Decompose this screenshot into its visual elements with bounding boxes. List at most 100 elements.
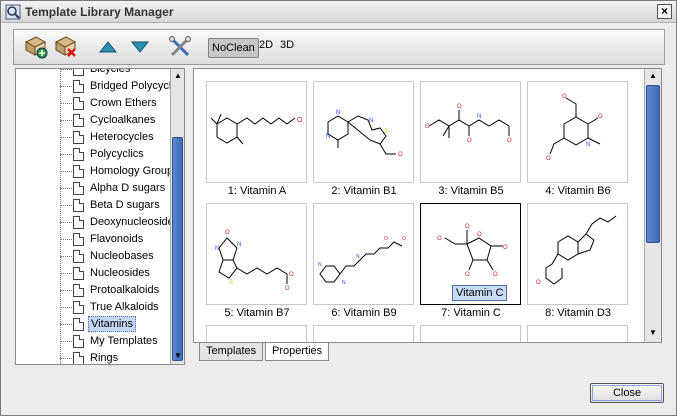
tree-item[interactable]: Polycyclics — [16, 146, 171, 163]
svg-text:N: N — [477, 114, 481, 120]
svg-text:N: N — [586, 142, 590, 148]
template-thumbnail[interactable] — [313, 325, 414, 342]
title-bar: Template Library Manager × — [1, 1, 676, 23]
template-caption: 3: Vitamin B5 — [438, 185, 504, 197]
document-icon — [73, 165, 84, 178]
template-thumbnail[interactable]: O — [206, 81, 307, 183]
tree-scroll-up-icon[interactable]: ▲ — [173, 71, 183, 81]
template-thumbnail[interactable] — [527, 325, 628, 342]
tree-connector — [60, 120, 72, 121]
svg-text:O: O — [503, 245, 508, 251]
tree-connector — [60, 324, 72, 325]
svg-text:O: O — [546, 156, 551, 162]
svg-text:O: O — [598, 114, 603, 120]
tree-item-label: Polycyclics — [90, 148, 144, 160]
tree-connector — [60, 256, 72, 257]
tree-item[interactable]: My Templates — [16, 333, 171, 350]
document-icon — [73, 267, 84, 280]
vitamin-b5-structure-icon: O O O N O — [425, 104, 512, 144]
tree-item[interactable]: Bicycles — [16, 69, 171, 78]
vitamin-d3-structure-icon: O — [536, 215, 617, 286]
template-thumbnail[interactable]: N N N S O — [313, 81, 414, 183]
template-library-window: Template Library Manager × NoClean 2D 3D… — [0, 0, 677, 416]
svg-text:O: O — [285, 286, 290, 292]
tab-templates[interactable]: Templates — [199, 343, 264, 361]
move-down-button[interactable] — [126, 33, 154, 61]
tree-item[interactable]: Bridged Polycyclics — [16, 78, 184, 95]
document-icon — [73, 97, 84, 110]
close-button[interactable]: Close — [590, 383, 664, 403]
template-thumbnail[interactable]: O — [527, 203, 628, 305]
document-icon — [73, 318, 84, 331]
tree-connector — [60, 290, 72, 291]
tree-connector — [60, 239, 72, 240]
gallery-scrollbar[interactable]: ▲ ▼ — [644, 69, 661, 342]
gallery-scroll-down-icon[interactable]: ▼ — [648, 328, 658, 338]
svg-text:O: O — [289, 272, 294, 278]
svg-text:O: O — [536, 280, 541, 286]
move-up-icon — [98, 41, 118, 53]
document-icon — [73, 250, 84, 263]
svg-text:O: O — [562, 94, 567, 100]
vitamin-a-structure-icon: O — [210, 113, 303, 145]
tree-scroll-down-icon[interactable]: ▼ — [173, 351, 183, 361]
tree-scrollbar[interactable]: ▲ ▼ — [170, 69, 184, 364]
tree-connector — [60, 205, 72, 206]
settings-tools-icon — [169, 36, 191, 57]
tab-properties[interactable]: Properties — [265, 343, 330, 361]
tree-connector — [60, 86, 72, 87]
tree-item[interactable]: True Alkaloids — [16, 299, 171, 316]
document-icon — [73, 199, 84, 212]
view-2d-toggle[interactable]: 2D — [259, 39, 273, 51]
tree-item[interactable]: Alpha D sugars — [16, 180, 171, 197]
view-3d-toggle[interactable]: 3D — [280, 39, 294, 51]
template-caption: 7: Vitamin C — [441, 307, 501, 319]
tree-item[interactable]: Cycloalkanes — [16, 112, 171, 129]
tree-item[interactable]: Nucleobases — [16, 248, 171, 265]
tree-item[interactable]: Beta D sugars — [16, 197, 171, 214]
template-thumbnail[interactable] — [206, 325, 307, 342]
svg-text:S: S — [229, 280, 233, 286]
tree-connector — [60, 358, 72, 359]
gallery-scroll-up-icon[interactable]: ▲ — [648, 71, 658, 81]
document-icon — [73, 233, 84, 246]
template-thumbnail[interactable] — [420, 325, 521, 342]
settings-tools-button[interactable] — [166, 33, 194, 61]
tree-scroll-thumb[interactable] — [172, 137, 183, 361]
hover-tooltip: Vitamin C — [452, 285, 508, 301]
remove-library-icon — [54, 36, 77, 57]
window-close-button[interactable]: × — [657, 4, 672, 19]
tree-item-label: Protoalkaloids — [90, 284, 160, 296]
template-thumbnail[interactable]: O O O N O — [420, 81, 521, 183]
svg-text:O: O — [493, 272, 498, 278]
tree-item[interactable]: Flavonoids — [16, 231, 171, 248]
tree-item[interactable]: Heterocycles — [16, 129, 171, 146]
template-thumbnail[interactable]: N N N O O — [313, 203, 414, 305]
template-caption: 5: Vitamin B7 — [224, 307, 290, 319]
tree-item[interactable]: Rings — [16, 350, 171, 364]
template-thumbnail[interactable]: O O N O — [527, 81, 628, 183]
template-caption: 4: Vitamin B6 — [545, 185, 611, 197]
svg-text:O: O — [402, 236, 406, 242]
vitamin-b9-structure-icon: N N N O O — [318, 236, 406, 286]
svg-text:O: O — [467, 138, 472, 144]
document-icon — [73, 69, 84, 76]
tree-item[interactable]: Deoxynucleosides — [16, 214, 179, 231]
move-up-button[interactable] — [94, 33, 122, 61]
noclean-toggle[interactable]: NoClean — [208, 38, 259, 58]
svg-text:O: O — [465, 272, 470, 278]
svg-text:N: N — [336, 110, 340, 116]
gallery-scroll-thumb[interactable] — [646, 85, 660, 243]
remove-library-button[interactable] — [52, 33, 80, 61]
add-library-button[interactable] — [22, 33, 50, 61]
template-thumbnail[interactable]: O N N S O O — [206, 203, 307, 305]
svg-text:O: O — [425, 124, 430, 130]
tree-item[interactable]: Protoalkaloids — [16, 282, 171, 299]
svg-text:O: O — [297, 117, 303, 124]
tree-item[interactable]: Vitamins — [16, 316, 171, 333]
tree-item[interactable]: Crown Ethers — [16, 95, 171, 112]
tree-item[interactable]: Homology Groups — [16, 163, 179, 180]
tree-item[interactable]: Nucleosides — [16, 265, 171, 282]
vitamin-b6-structure-icon: O O N O — [546, 94, 603, 162]
svg-text:O: O — [457, 104, 462, 110]
